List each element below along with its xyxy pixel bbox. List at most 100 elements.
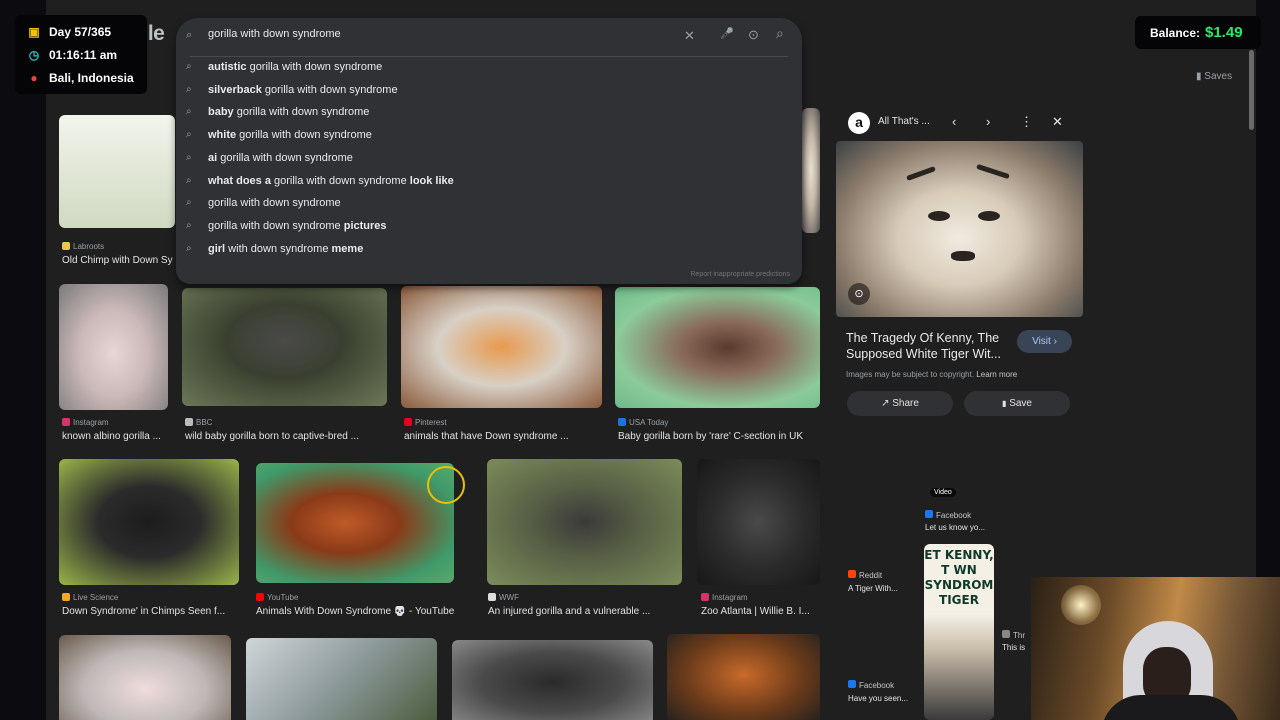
result-source[interactable]: Pinterest (404, 418, 447, 427)
suggestion-item[interactable]: ⌕ autistic gorilla with down syndrome (176, 57, 802, 79)
balance-overlay: Balance: $1.49 (1135, 16, 1261, 49)
related-caption[interactable]: This is (1002, 643, 1025, 652)
related-source[interactable]: Thr (1002, 630, 1025, 640)
search-input[interactable]: gorilla with down syndrome (208, 28, 341, 40)
share-button[interactable]: ↗ Share (847, 391, 953, 416)
suggestion-item[interactable]: ⌕ gorilla with down syndrome (176, 193, 802, 215)
visit-button[interactable]: Visit › (1017, 330, 1072, 353)
result-caption[interactable]: animals that have Down syndrome ... (404, 431, 609, 442)
clear-icon[interactable]: ✕ (684, 29, 695, 42)
balance-label: Balance: (1150, 26, 1201, 40)
suggestion-item[interactable]: ⌕ silverback gorilla with down syndrome (176, 80, 802, 102)
related-source[interactable]: Facebook (848, 680, 894, 690)
search-icon: ⌕ (186, 174, 192, 186)
preview-title[interactable]: The Tragedy Of Kenny, The Supposed White… (846, 330, 1006, 362)
suggestion-item[interactable]: ⌕ white gorilla with down syndrome (176, 125, 802, 147)
related-image[interactable]: ET KENNY, T WN SYNDROM TIGER (924, 544, 994, 720)
suggestion-item[interactable]: ⌕ ai gorilla with down syndrome (176, 148, 802, 170)
result-caption[interactable]: known albino gorilla ... (62, 431, 177, 442)
result-source[interactable]: USA Today (618, 418, 668, 427)
report-link[interactable]: Report inappropriate predictions (690, 271, 790, 278)
suggestion-item[interactable]: ⌕ baby gorilla with down syndrome (176, 102, 802, 124)
related-source[interactable]: Reddit (848, 570, 882, 580)
result-image[interactable] (401, 286, 602, 408)
result-source[interactable]: BBC (185, 418, 212, 427)
camera-search-icon[interactable]: ⊙ (748, 28, 759, 41)
cursor-highlight (427, 466, 465, 504)
result-source[interactable]: Live Science (62, 593, 118, 602)
save-button[interactable]: ▮ Save (964, 391, 1070, 416)
result-caption[interactable]: Baby gorilla born by 'rare' C-section in… (618, 431, 823, 442)
calendar-icon: ▣ (28, 25, 40, 39)
page-scrollbar[interactable] (1249, 50, 1254, 130)
result-image[interactable] (615, 287, 820, 408)
result-caption[interactable]: Old Chimp with Down Sy (62, 255, 175, 266)
suggestion-item[interactable]: ⌕ girl with down syndrome meme (176, 239, 802, 261)
clock: ◷ 01:16:11 am (28, 48, 118, 62)
result-image[interactable] (256, 463, 454, 583)
result-image[interactable] (697, 459, 820, 585)
search-icon: ⌕ (186, 197, 192, 209)
related-caption[interactable]: Let us know yo... (925, 523, 985, 532)
result-image[interactable] (452, 640, 653, 720)
instagram-icon (62, 418, 70, 426)
prev-icon[interactable]: ‹ (952, 114, 956, 129)
wwf-icon (488, 593, 496, 601)
search-icon: ⌕ (186, 83, 192, 95)
more-icon[interactable]: ⋮ (1020, 114, 1033, 130)
result-source[interactable]: Instagram (701, 593, 748, 602)
saves-link[interactable]: ▮ Saves (1196, 71, 1232, 82)
lens-icon[interactable]: ⊙ (848, 283, 870, 305)
suggestion-item[interactable]: ⌕ what does a gorilla with down syndrome … (176, 171, 802, 193)
facebook-icon (925, 510, 933, 518)
result-image[interactable] (182, 288, 387, 406)
result-source[interactable]: YouTube (256, 593, 298, 602)
result-image[interactable] (59, 459, 239, 585)
related-image[interactable]: Video (924, 433, 994, 503)
search-submit-icon[interactable]: ⌕ (776, 26, 784, 40)
pinterest-icon (404, 418, 412, 426)
clock-icon: ◷ (28, 48, 40, 62)
result-caption[interactable]: Animals With Down Syndrome 💀 - YouTube (256, 606, 466, 617)
livescience-icon (62, 593, 70, 601)
next-icon[interactable]: › (986, 114, 990, 129)
result-image[interactable] (667, 634, 820, 720)
result-image[interactable] (802, 108, 820, 233)
result-image[interactable] (59, 115, 175, 228)
bookmark-icon: ▮ (1002, 399, 1007, 408)
close-icon[interactable]: ✕ (1052, 114, 1063, 130)
related-source[interactable]: Facebook (925, 510, 971, 520)
related-caption[interactable]: A Tiger With... (848, 584, 898, 593)
suggestion-item[interactable]: ⌕ gorilla with down syndrome pictures (176, 216, 802, 238)
related-image[interactable] (847, 604, 917, 674)
instagram-icon (701, 593, 709, 601)
bbc-icon (185, 418, 193, 426)
result-source[interactable]: Labroots (62, 242, 104, 251)
related-image-text: ET KENNY, T WN SYNDROM TIGER (924, 548, 994, 607)
related-image[interactable] (847, 433, 917, 563)
balance-value: $1.49 (1205, 24, 1243, 41)
result-image[interactable] (59, 635, 231, 720)
result-image[interactable] (487, 459, 682, 585)
webcam-feed (1031, 577, 1280, 720)
mic-icon[interactable]: 🎤 (720, 28, 734, 41)
learn-more-link[interactable]: Learn more (976, 370, 1017, 379)
result-source[interactable]: WWF (488, 593, 519, 602)
result-source[interactable]: Instagram (62, 418, 109, 427)
result-caption[interactable]: Down Syndrome' in Chimps Seen f... (62, 606, 240, 617)
search-bar[interactable]: ⌕ gorilla with down syndrome ✕ 🎤 ⊙ ⌕ (176, 18, 802, 54)
result-caption[interactable]: wild baby gorilla born to captive-bred .… (185, 431, 390, 442)
result-caption[interactable]: Zoo Atlanta | Willie B. I... (701, 606, 821, 617)
search-icon: ⌕ (186, 61, 192, 72)
result-image[interactable] (59, 284, 168, 410)
related-image[interactable] (1001, 433, 1072, 531)
result-image[interactable] (246, 638, 437, 720)
search-icon: ⌕ (186, 29, 193, 41)
stream-stats-overlay: ▣ Day 57/365 ◷ 01:16:11 am ● Bali, Indonesi… (15, 15, 147, 94)
panel-source-title[interactable]: All That's ... (878, 116, 930, 127)
source-logo-icon[interactable]: a (848, 112, 870, 134)
preview-image[interactable] (836, 141, 1083, 317)
related-caption[interactable]: Have you seen... (848, 694, 908, 703)
favicon-icon (62, 242, 70, 250)
result-caption[interactable]: An injured gorilla and a vulnerable ... (488, 606, 688, 617)
